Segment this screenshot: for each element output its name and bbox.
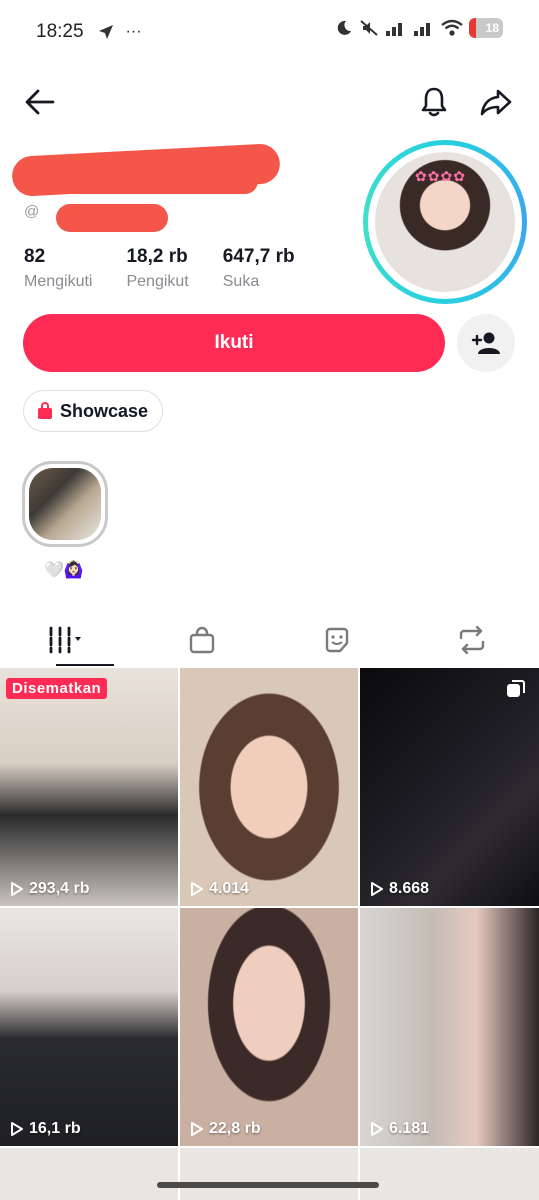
stat-followers[interactable]: 18,2 rb Pengikut bbox=[126, 246, 188, 291]
video-grid-next-row bbox=[0, 1148, 539, 1200]
play-icon bbox=[371, 882, 383, 896]
video-thumbnail[interactable]: 8.668 bbox=[360, 668, 539, 906]
tab-shop[interactable] bbox=[135, 612, 270, 668]
status-bar: 18:25 ··· 18 bbox=[0, 0, 539, 64]
repost-icon bbox=[459, 626, 484, 654]
videos-grid-icon bbox=[49, 626, 82, 654]
top-nav bbox=[0, 80, 539, 124]
video-grid: Disematkan 293,4 rb 4.014 8.668 16,1 rb … bbox=[0, 668, 539, 1146]
content-tabs bbox=[0, 612, 539, 668]
share-arrow-icon bbox=[480, 89, 512, 116]
video-thumbnail[interactable]: Disematkan 293,4 rb bbox=[0, 668, 178, 906]
profile-stats: 82 Mengikuti 18,2 rb Pengikut 647,7 rb S… bbox=[24, 246, 329, 291]
highlight-thumbnail bbox=[29, 468, 101, 540]
video-thumbnail[interactable]: 6.181 bbox=[360, 908, 539, 1146]
likes-label: Suka bbox=[222, 273, 260, 290]
play-icon bbox=[11, 882, 23, 896]
following-label: Mengikuti bbox=[24, 273, 93, 290]
redacted-username bbox=[56, 204, 168, 232]
multi-photo-icon bbox=[507, 680, 525, 697]
view-count: 6.181 bbox=[389, 1120, 430, 1137]
back-arrow-icon bbox=[25, 89, 55, 115]
add-user-icon bbox=[471, 332, 500, 354]
flower-crown-icon: ✿✿✿✿ bbox=[415, 168, 466, 184]
follow-button[interactable]: Ikuti bbox=[23, 314, 445, 372]
avatar[interactable]: ✿✿✿✿ bbox=[363, 140, 527, 304]
username-handle: @ bbox=[24, 203, 40, 220]
view-count: 4.014 bbox=[209, 880, 250, 897]
showcase-button[interactable]: Showcase bbox=[23, 390, 164, 432]
tab-repost[interactable] bbox=[404, 612, 539, 668]
play-icon bbox=[191, 1122, 203, 1136]
muted-icon bbox=[360, 20, 378, 36]
view-count: 16,1 rb bbox=[29, 1120, 81, 1137]
battery-icon: 18 bbox=[469, 18, 503, 38]
video-thumbnail[interactable] bbox=[180, 1148, 358, 1200]
status-time: 18:25 bbox=[36, 21, 84, 42]
likes-count: 647,7 rb bbox=[222, 246, 295, 267]
play-icon bbox=[191, 882, 203, 896]
notification-bell-button[interactable] bbox=[412, 80, 456, 124]
view-count: 8.668 bbox=[389, 880, 430, 897]
signal-icon bbox=[386, 23, 402, 36]
tab-sticker[interactable] bbox=[270, 612, 405, 668]
view-count: 293,4 rb bbox=[29, 880, 90, 897]
tab-videos[interactable] bbox=[0, 612, 135, 668]
signal-icon bbox=[414, 23, 430, 36]
showcase-label: Showcase bbox=[60, 400, 149, 421]
shopping-bag-icon bbox=[38, 402, 52, 419]
more-notifications-indicator: ··· bbox=[125, 23, 142, 40]
sticker-icon bbox=[325, 627, 349, 653]
stat-likes[interactable]: 647,7 rb Suka bbox=[223, 246, 295, 291]
play-icon bbox=[11, 1122, 23, 1136]
followers-count: 18,2 rb bbox=[126, 246, 188, 267]
redacted-display-name bbox=[58, 168, 258, 194]
battery-level: 18 bbox=[485, 21, 499, 35]
location-arrow-icon bbox=[98, 25, 113, 39]
followers-label: Pengikut bbox=[126, 273, 189, 290]
pinned-badge: Disematkan bbox=[6, 678, 108, 699]
video-thumbnail[interactable] bbox=[0, 1148, 178, 1200]
video-thumbnail[interactable] bbox=[360, 1148, 539, 1200]
highlight-label: 🤍🙆🏻‍♀️ bbox=[44, 562, 84, 579]
video-thumbnail[interactable]: 16,1 rb bbox=[0, 908, 178, 1146]
share-button[interactable] bbox=[474, 80, 518, 124]
following-count: 82 bbox=[24, 246, 46, 267]
moon-icon bbox=[337, 20, 351, 35]
add-friend-button[interactable] bbox=[457, 314, 515, 372]
bell-icon bbox=[421, 87, 447, 117]
wifi-icon bbox=[441, 19, 463, 36]
story-highlight[interactable] bbox=[22, 461, 108, 547]
stat-following[interactable]: 82 Mengikuti bbox=[24, 246, 92, 291]
shopping-bag-icon bbox=[189, 626, 215, 654]
home-indicator[interactable] bbox=[157, 1182, 379, 1188]
back-button[interactable] bbox=[18, 80, 62, 124]
avatar-photo: ✿✿✿✿ bbox=[375, 152, 515, 292]
play-icon bbox=[371, 1122, 383, 1136]
video-thumbnail[interactable]: 22,8 rb bbox=[180, 908, 358, 1146]
view-count: 22,8 rb bbox=[209, 1120, 261, 1137]
video-thumbnail[interactable]: 4.014 bbox=[180, 668, 358, 906]
